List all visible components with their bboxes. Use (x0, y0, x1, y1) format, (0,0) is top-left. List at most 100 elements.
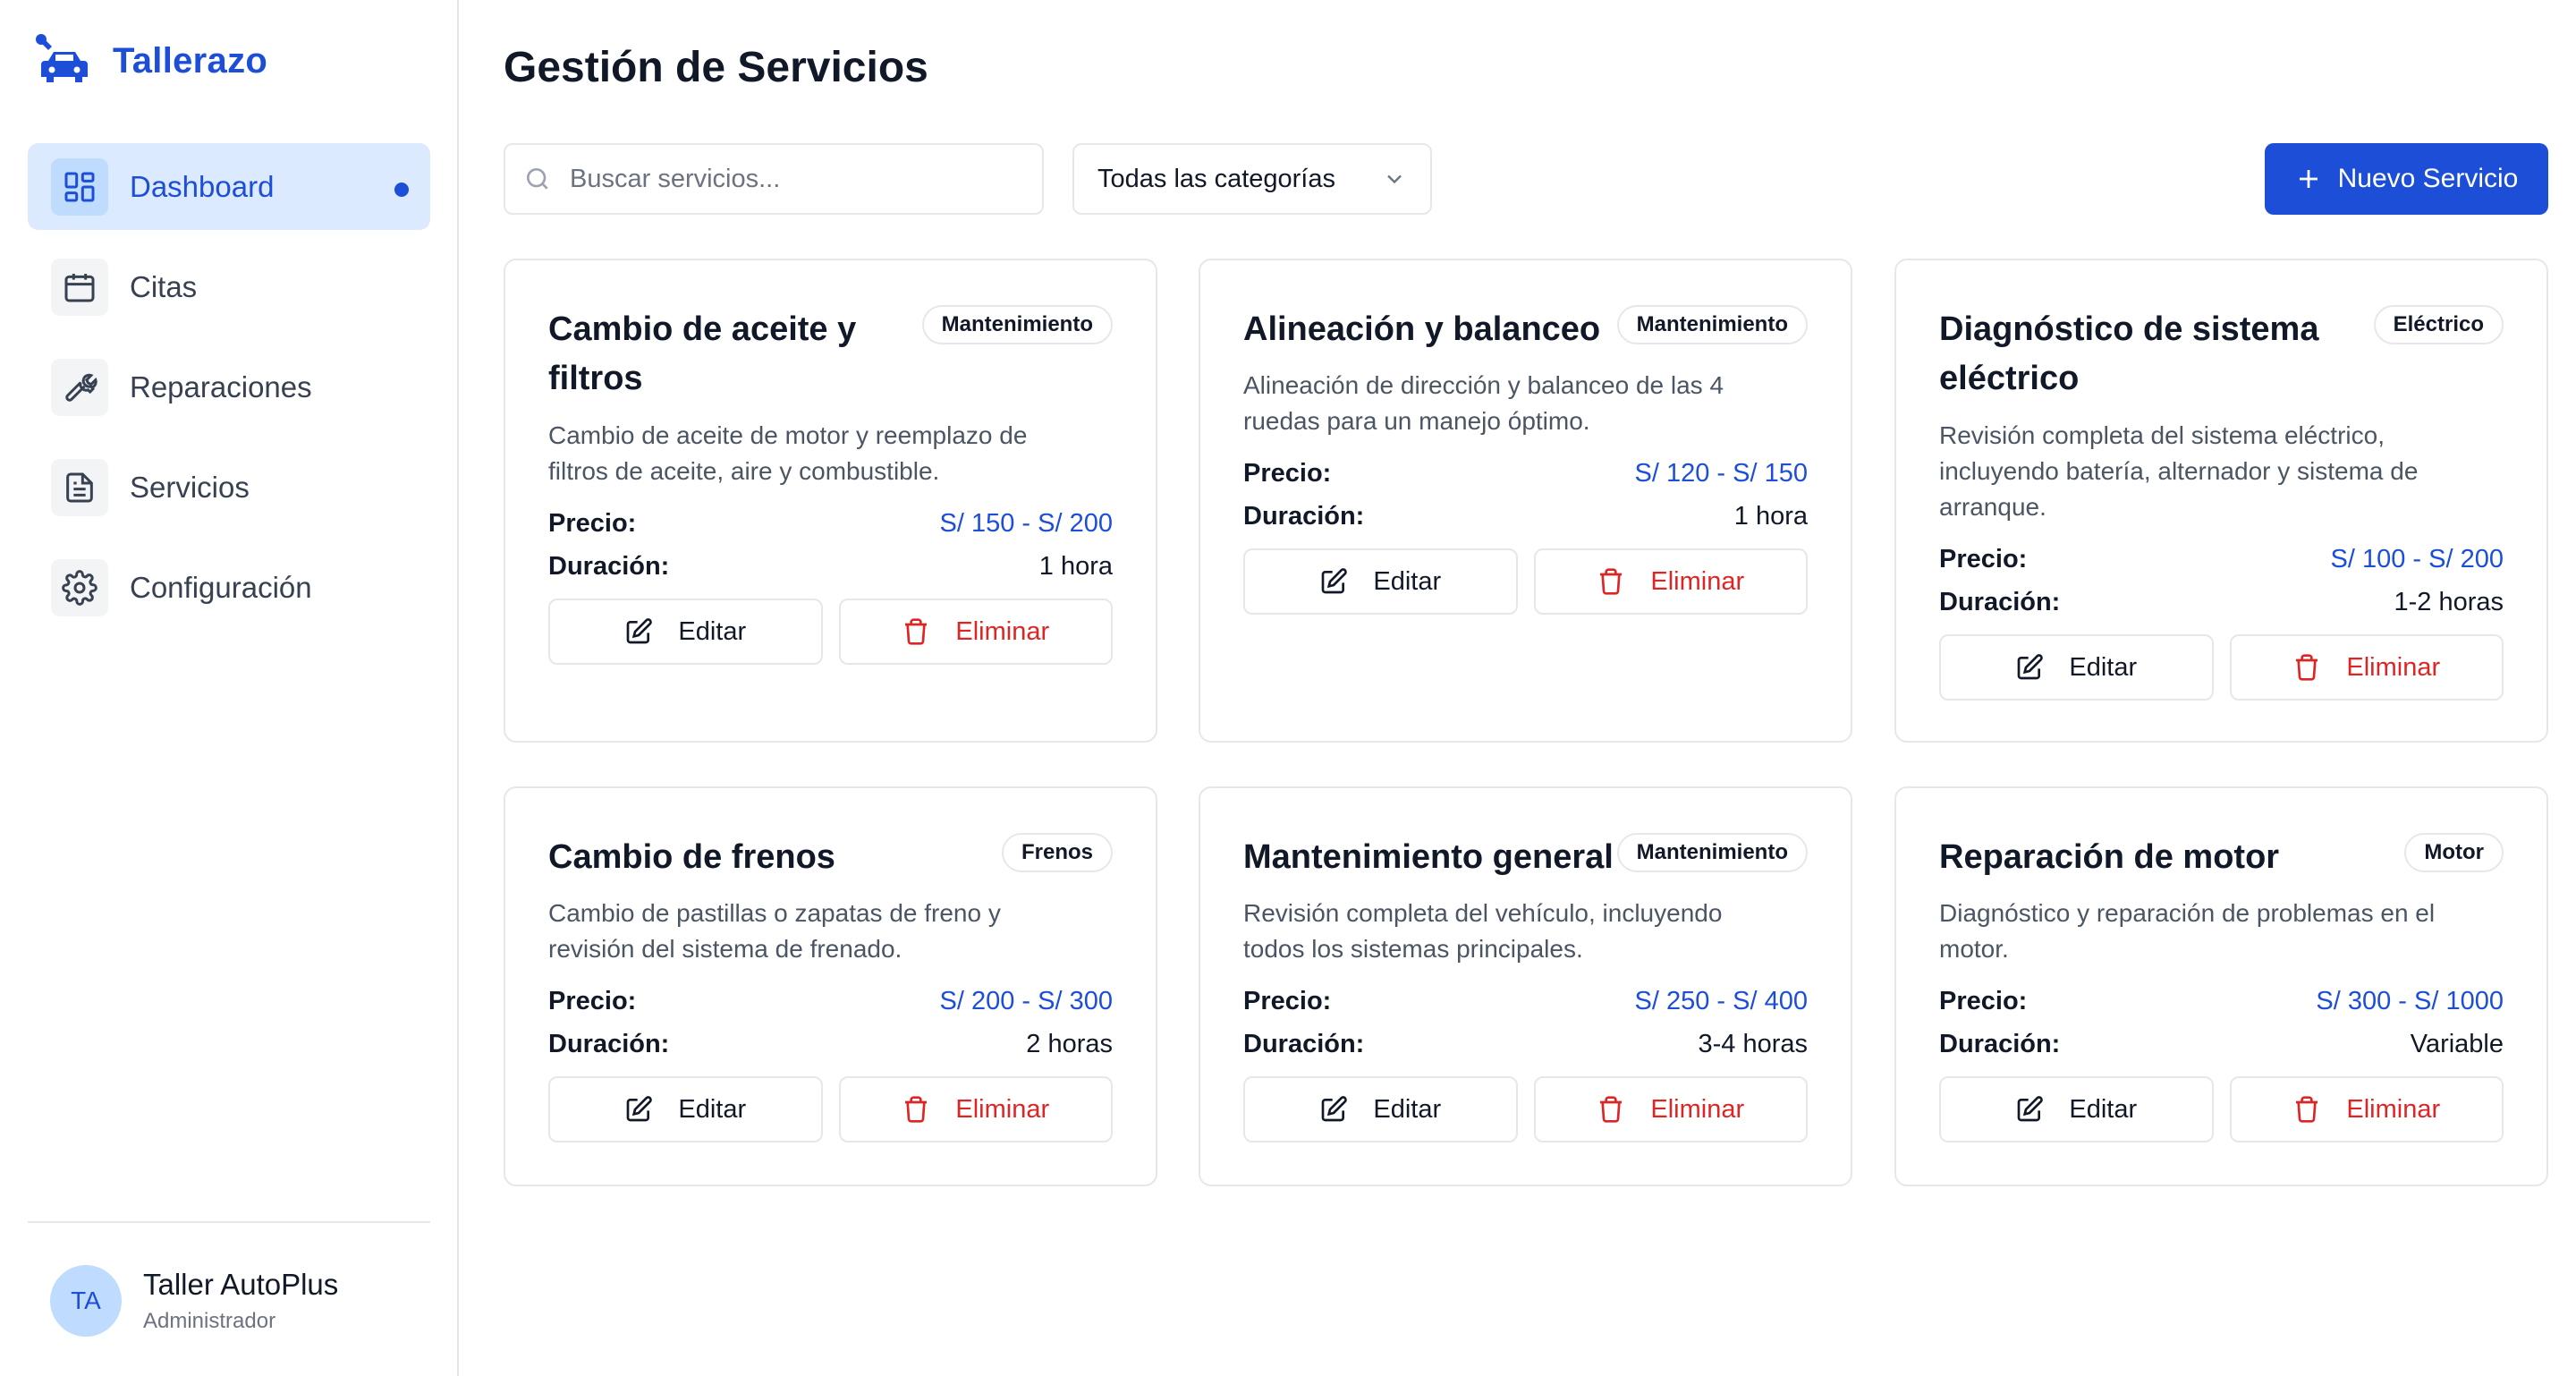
search-input[interactable] (570, 164, 1017, 194)
card-actions: Editar Eliminar (1243, 1076, 1808, 1142)
card-actions: Editar Eliminar (548, 599, 1113, 665)
category-badge: Mantenimiento (921, 305, 1113, 344)
delete-label: Eliminar (1650, 566, 1745, 596)
delete-button[interactable]: Eliminar (838, 1076, 1113, 1142)
service-description: Revisión completa del sistema eléctrico,… (1939, 418, 2512, 525)
gear-icon (51, 558, 108, 616)
service-title-line: Alineación y balanceo (1243, 310, 1601, 348)
sidebar-item-label: Servicios (130, 470, 250, 504)
page-title: Gestión de Servicios (504, 44, 928, 91)
sidebar-item-dashboard[interactable]: Dashboard (28, 143, 430, 230)
brand[interactable]: Tallerazo (36, 34, 267, 88)
category-select[interactable]: Todas las categorías (1072, 143, 1432, 215)
service-title: Cambio de frenos (548, 833, 835, 882)
edit-icon (627, 618, 653, 644)
delete-label: Eliminar (955, 1094, 1050, 1124)
service-card: Cambio de frenos Frenos Cambio de pastil… (504, 786, 1157, 1186)
description-line: filtros de aceite, aire y combustible. (548, 457, 940, 485)
service-card: Alineación y balanceo Mantenimiento Alin… (1199, 259, 1852, 743)
card-actions: Editar Eliminar (1939, 634, 2504, 701)
sidebar-nav: Dashboard Citas Reparaciones Servicios C… (28, 143, 430, 644)
delete-button[interactable]: Eliminar (1533, 1076, 1808, 1142)
edit-button[interactable]: Editar (1243, 548, 1518, 615)
service-card: Diagnóstico de sistema eléctrico Eléctri… (1894, 259, 2548, 743)
sidebar-item-citas[interactable]: Citas (28, 243, 430, 330)
trash-icon (1600, 1096, 1623, 1123)
calendar-icon (51, 258, 108, 316)
duration-label: Duración: (548, 1030, 670, 1058)
wrench-icon (51, 358, 108, 416)
delete-button[interactable]: Eliminar (2229, 1076, 2504, 1142)
edit-label: Editar (2069, 652, 2138, 682)
description-line: arranque. (1939, 493, 2046, 521)
delete-button[interactable]: Eliminar (838, 599, 1113, 665)
sidebar-item-servicios[interactable]: Servicios (28, 444, 430, 531)
delete-label: Eliminar (2346, 1094, 2441, 1124)
card-actions: Editar Eliminar (1939, 1076, 2504, 1142)
sidebar-item-label: Reparaciones (130, 369, 312, 403)
delete-label: Eliminar (955, 616, 1050, 646)
duration-row: Duración: 3-4 horas (1243, 1030, 1808, 1059)
edit-label: Editar (1373, 566, 1442, 596)
description-line: motor. (1939, 935, 2009, 963)
duration-row: Duración: 1-2 horas (1939, 588, 2504, 617)
delete-button[interactable]: Eliminar (1533, 548, 1808, 615)
trash-icon (2296, 654, 2318, 681)
price-row: Precio: S/ 120 - S/ 150 (1243, 459, 1808, 488)
search-box[interactable] (504, 143, 1044, 215)
edit-button[interactable]: Editar (548, 1076, 823, 1142)
category-badge: Mantenimiento (1616, 833, 1808, 872)
price-row: Precio: S/ 300 - S/ 1000 (1939, 987, 2504, 1016)
duration-value: 1 hora (1733, 502, 1808, 531)
description-line: Alineación de dirección y balanceo de la… (1243, 371, 1724, 399)
edit-label: Editar (2069, 1094, 2138, 1124)
duration-row: Duración: 1 hora (1243, 502, 1808, 531)
description-line: ruedas para un manejo óptimo. (1243, 407, 1590, 435)
description-line: Revisión completa del vehículo, incluyen… (1243, 899, 1723, 927)
description-line: incluyendo batería, alternador y sistema… (1939, 457, 2419, 485)
sidebar-item-label: Citas (130, 269, 198, 303)
duration-label: Duración: (1939, 588, 2061, 616)
edit-button[interactable]: Editar (1939, 634, 2214, 701)
duration-label: Duración: (1939, 1030, 2061, 1058)
price-row: Precio: S/ 200 - S/ 300 (548, 987, 1113, 1016)
edit-button[interactable]: Editar (1243, 1076, 1518, 1142)
trash-icon (1600, 568, 1623, 595)
new-service-button[interactable]: Nuevo Servicio (2265, 143, 2548, 215)
sidebar-item-reparaciones[interactable]: Reparaciones (28, 344, 430, 430)
price-label: Precio: (548, 509, 637, 538)
price-value: S/ 150 - S/ 200 (939, 509, 1113, 538)
car-wrench-icon (36, 34, 88, 82)
description-line: Cambio de aceite de motor y reemplazo de (548, 421, 1028, 449)
description-line: Diagnóstico y reparación de problemas en… (1939, 899, 2436, 927)
category-select-value: Todas las categorías (1097, 164, 1335, 193)
service-description: Cambio de pastillas o zapatas de freno y… (548, 896, 1121, 967)
sidebar: Tallerazo Dashboard Citas Reparaciones S… (0, 0, 459, 1376)
edit-icon (2018, 654, 2044, 680)
edit-button[interactable]: Editar (548, 599, 823, 665)
duration-label: Duración: (1243, 1030, 1365, 1058)
edit-label: Editar (1373, 1094, 1442, 1124)
description-line: todos los sistemas principales. (1243, 935, 1583, 963)
price-value: S/ 250 - S/ 400 (1634, 987, 1808, 1015)
edit-icon (2018, 1096, 2044, 1122)
card-actions: Editar Eliminar (1243, 548, 1808, 615)
search-icon (527, 168, 548, 190)
sidebar-item-label: Configuración (130, 570, 312, 604)
service-description: Revisión completa del vehículo, incluyen… (1243, 896, 1816, 967)
duration-value: 1-2 horas (2394, 588, 2504, 616)
edit-button[interactable]: Editar (1939, 1076, 2214, 1142)
price-row: Precio: S/ 100 - S/ 200 (1939, 545, 2504, 574)
delete-button[interactable]: Eliminar (2229, 634, 2504, 701)
service-title: Mantenimiento general (1243, 833, 1614, 882)
duration-row: Duración: Variable (1939, 1030, 2504, 1059)
dashboard-grid-icon (51, 157, 108, 216)
user-profile[interactable]: TA Taller AutoPlus Administrador (50, 1265, 338, 1337)
service-card: Cambio de aceite y filtros Mantenimiento… (504, 259, 1157, 743)
edit-icon (1322, 1096, 1348, 1122)
service-description: Cambio de aceite de motor y reemplazo de… (548, 418, 1121, 489)
trash-icon (2296, 1096, 2318, 1123)
sidebar-item-configuracion[interactable]: Configuración (28, 544, 430, 631)
duration-label: Duración: (1243, 502, 1365, 531)
sidebar-item-label: Dashboard (130, 169, 275, 203)
